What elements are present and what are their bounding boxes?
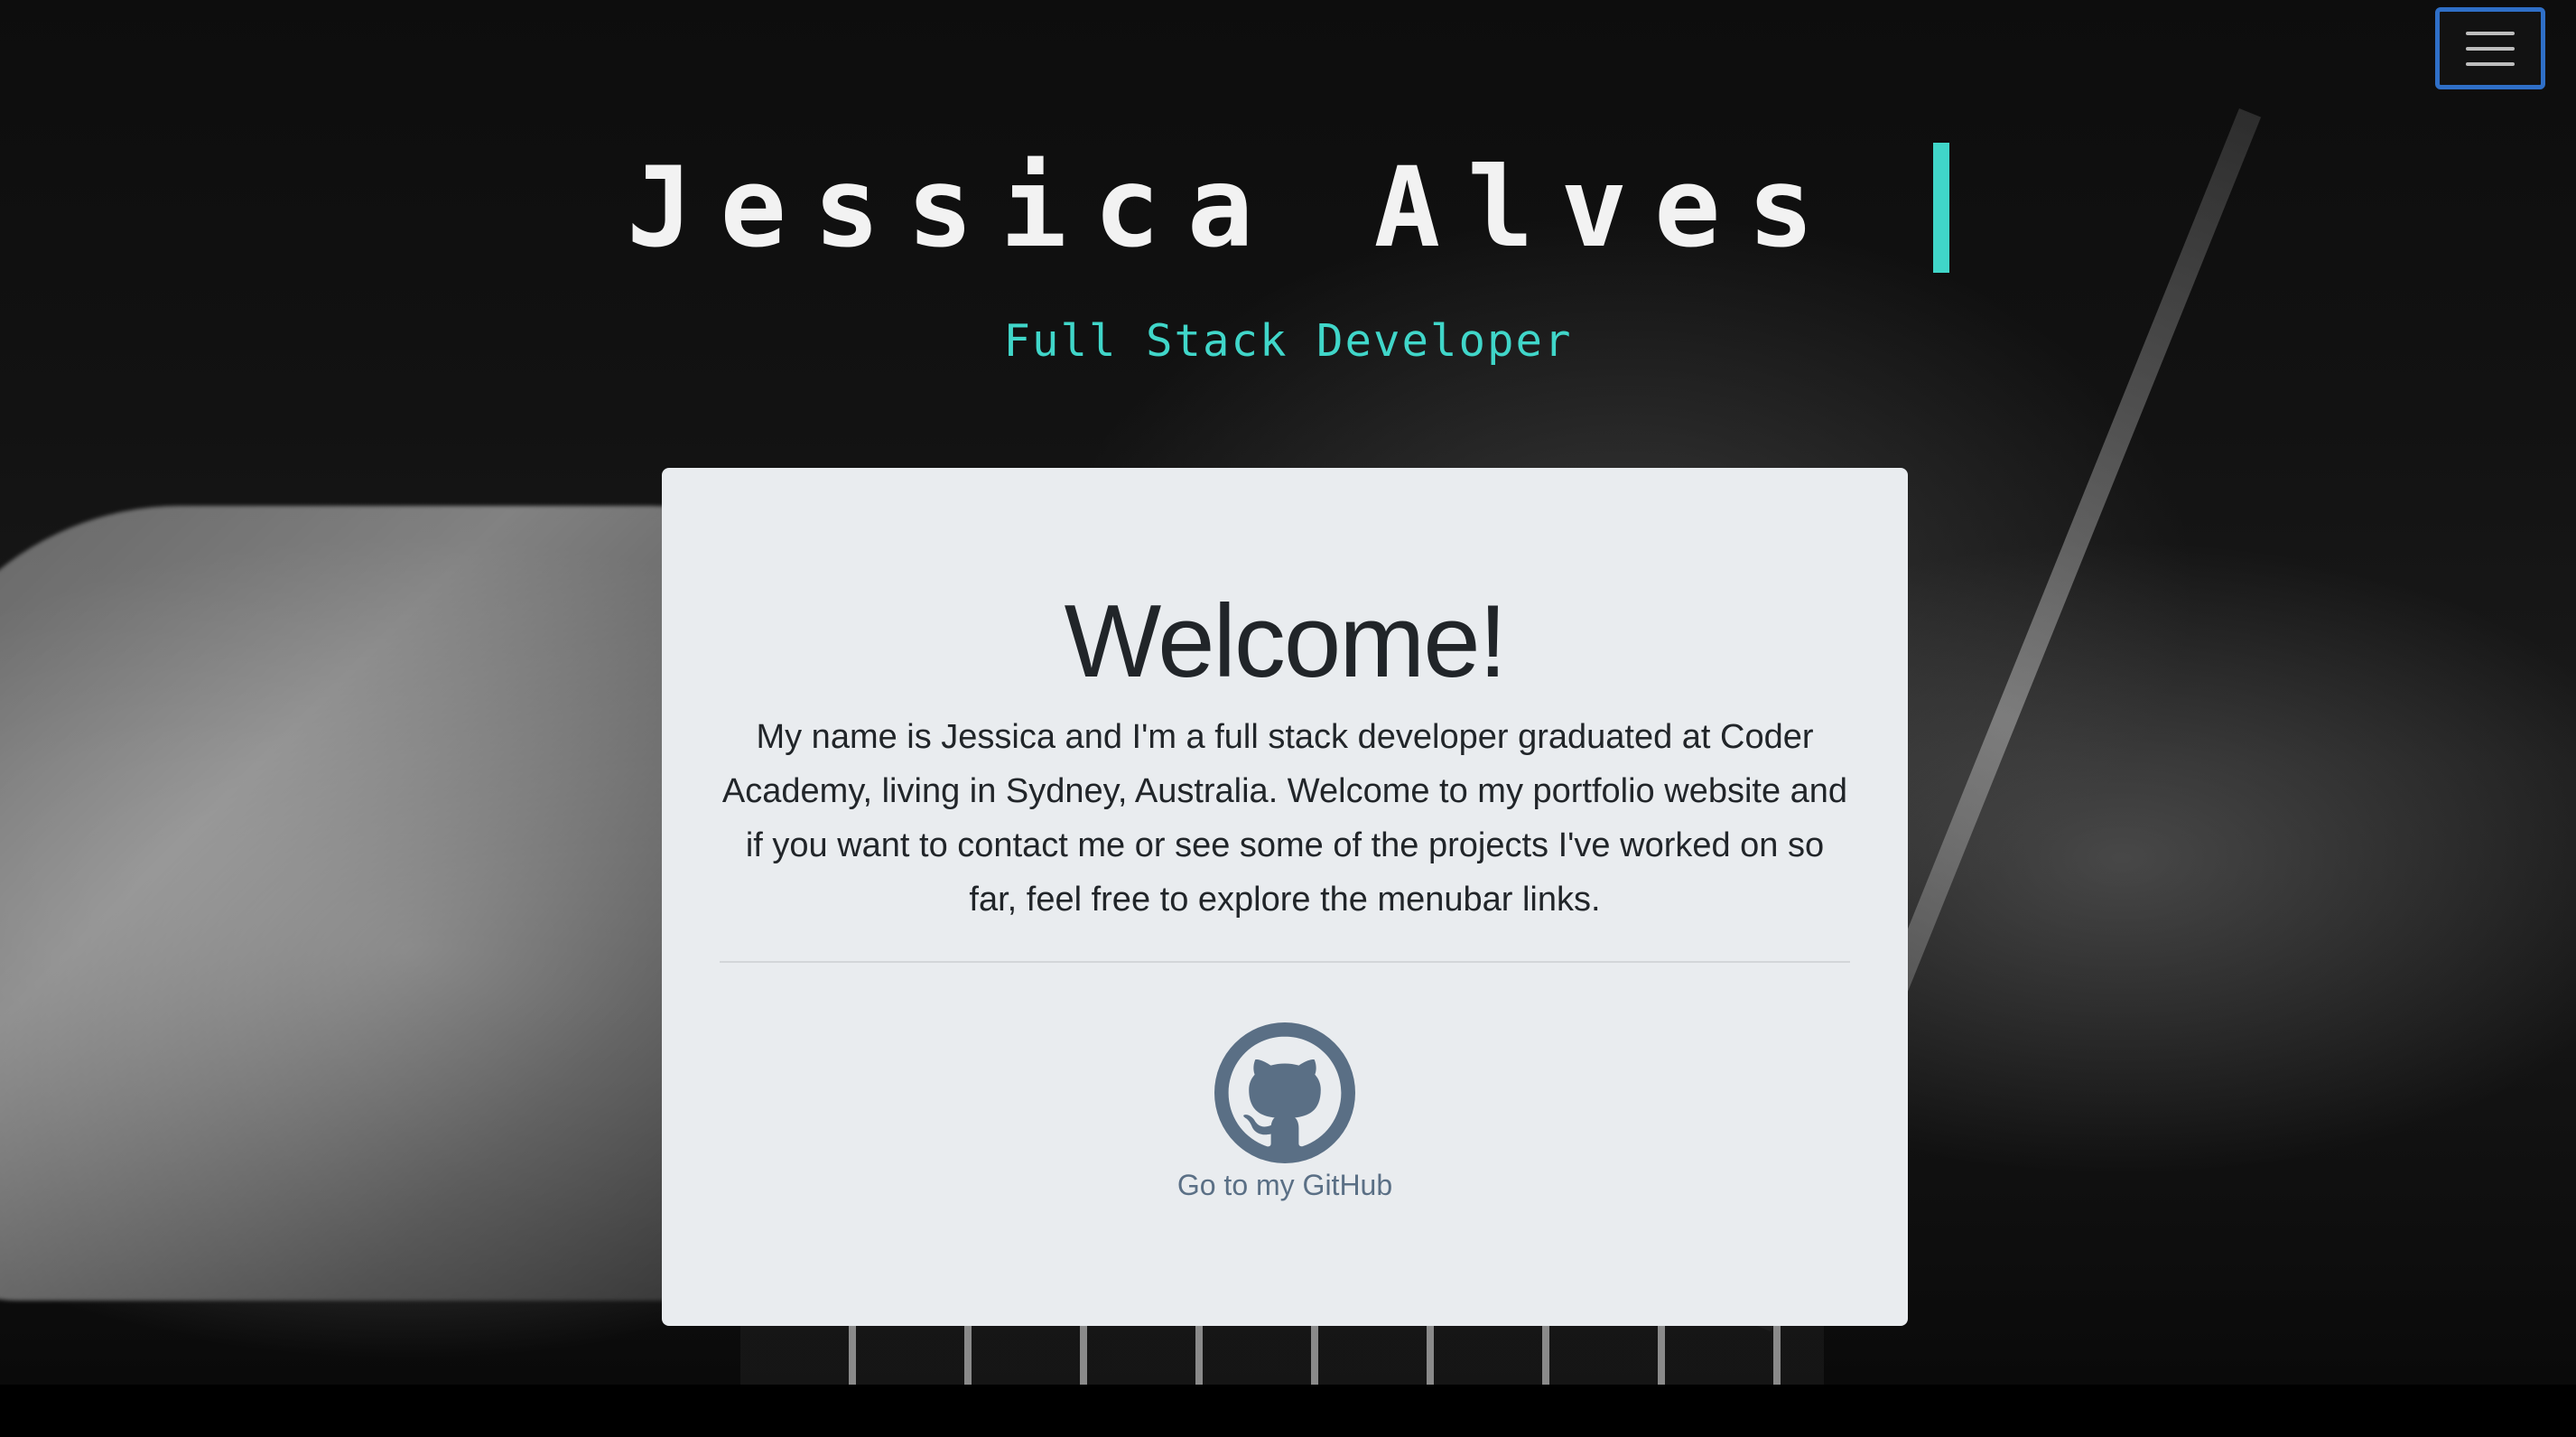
hero-name: Jessica Alves (627, 144, 1841, 272)
bottom-bar (0, 1385, 2576, 1437)
hamburger-icon (2466, 31, 2515, 66)
welcome-card: Welcome! My name is Jessica and I'm a fu… (662, 468, 1908, 1326)
github-icon (1214, 1022, 1355, 1163)
hero-subtitle: Full Stack Developer (1003, 315, 1573, 367)
menu-toggle-button[interactable] (2435, 7, 2545, 89)
hero-title-wrap: Jessica Alves (0, 135, 2576, 280)
github-link-label: Go to my GitHub (1176, 1169, 1393, 1201)
hero-title: Jessica Alves (627, 135, 1949, 280)
welcome-intro: My name is Jessica and I'm a full stack … (721, 718, 1848, 919)
typing-cursor (1932, 143, 1949, 273)
github-link[interactable]: Go to my GitHub (1140, 1022, 1429, 1203)
welcome-heading: Welcome! (1064, 584, 1508, 699)
divider (720, 961, 1850, 963)
